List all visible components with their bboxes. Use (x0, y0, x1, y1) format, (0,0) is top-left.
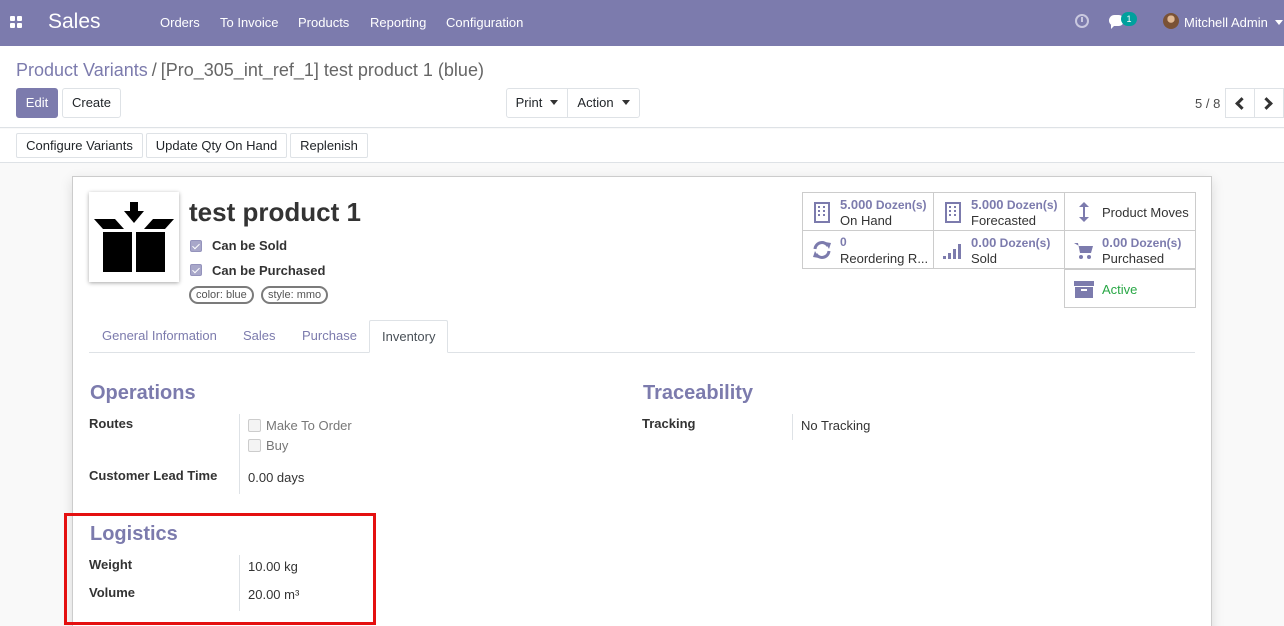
user-avatar[interactable] (1163, 13, 1179, 29)
field-separator (792, 414, 793, 440)
update-qty-on-hand-button[interactable]: Update Qty On Hand (146, 133, 287, 158)
refresh-icon (813, 241, 831, 259)
logistics-highlight-box (64, 513, 376, 625)
purchased-button[interactable]: 0.00 Dozen(s) Purchased (1064, 230, 1196, 269)
reordering-rules-button[interactable]: 0 Reordering R... (802, 230, 934, 269)
menu-configuration[interactable]: Configuration (446, 15, 523, 30)
apps-menu-icon[interactable] (10, 16, 23, 29)
create-button[interactable]: Create (62, 88, 121, 118)
active-toggle-button[interactable]: Active (1064, 269, 1196, 308)
on-hand-qty: 5.000 Dozen(s) (840, 197, 927, 212)
purchased-label: Purchased (1102, 251, 1165, 266)
forecasted-qty: 5.000 Dozen(s) (971, 197, 1058, 212)
breadcrumb-current: [Pro_305_int_ref_1] test product 1 (blue… (160, 60, 484, 80)
tracking-label: Tracking (642, 416, 696, 431)
configure-variants-button[interactable]: Configure Variants (16, 133, 143, 158)
edit-button[interactable]: Edit (16, 88, 58, 118)
sold-button[interactable]: 0.00 Dozen(s) Sold (933, 230, 1065, 269)
attribute-tag: style: mmo (261, 286, 329, 304)
tab-sales[interactable]: Sales (243, 320, 276, 353)
can-be-sold-checkbox[interactable] (190, 240, 202, 252)
breadcrumb-separator: / (151, 60, 157, 80)
sold-label: Sold (971, 251, 998, 266)
signal-bars-icon (943, 244, 961, 259)
app-brand[interactable]: Sales (48, 10, 101, 34)
route-buy-checkbox[interactable] (248, 439, 261, 452)
top-navbar: Sales Orders To Invoice Products Reporti… (0, 0, 1284, 46)
form-statusbar: Configure Variants Update Qty On Hand Re… (0, 129, 1284, 163)
can-be-purchased-label: Can be Purchased (212, 263, 326, 278)
archive-icon (1074, 281, 1094, 298)
on-hand-label: On Hand (840, 213, 893, 228)
attribute-tag: color: blue (189, 286, 254, 304)
building-icon (814, 202, 830, 223)
vertical-arrows-icon (1079, 202, 1089, 222)
can-be-sold-label: Can be Sold (212, 238, 288, 253)
print-caret-icon (550, 100, 559, 106)
messages-count-badge: 1 (1121, 12, 1137, 26)
customer-lead-time-value: 0.00 days (248, 470, 305, 485)
forecasted-button[interactable]: 5.000 Dozen(s) Forecasted (933, 192, 1065, 231)
field-separator (239, 414, 240, 494)
activities-clock-icon[interactable] (1075, 14, 1089, 28)
customer-lead-time-label: Customer Lead Time (89, 468, 218, 483)
menu-to-invoice[interactable]: To Invoice (220, 15, 279, 30)
product-moves-button[interactable]: Product Moves (1064, 192, 1196, 231)
routes-label: Routes (89, 416, 134, 431)
route-make-to-order-label: Make To Order (266, 418, 352, 433)
action-caret-icon (621, 100, 630, 106)
chevron-right-icon (1260, 97, 1273, 110)
operations-section-title: Operations (90, 382, 196, 404)
print-label: Print (515, 95, 543, 110)
smart-buttons: 5.000 Dozen(s) On Hand 5.000 Dozen(s) Fo… (802, 192, 1196, 310)
tracking-value: No Tracking (801, 418, 871, 433)
breadcrumb: Product Variants / [Pro_305_int_ref_1] tes… (16, 60, 484, 81)
product-moves-label: Product Moves (1102, 205, 1189, 220)
user-menu[interactable]: Mitchell Admin (1184, 15, 1268, 30)
forecasted-label: Forecasted (971, 213, 1037, 228)
print-dropdown[interactable]: Print (506, 88, 568, 118)
building-icon (945, 202, 961, 223)
shopping-cart-icon (1074, 243, 1093, 259)
breadcrumb-parent-link[interactable]: Product Variants (16, 60, 148, 80)
purchased-qty: 0.00 Dozen(s) (1102, 235, 1182, 250)
chevron-left-icon (1235, 97, 1248, 110)
open-box-icon (94, 202, 174, 272)
on-hand-button[interactable]: 5.000 Dozen(s) On Hand (802, 192, 934, 231)
menu-orders[interactable]: Orders (160, 15, 200, 30)
product-name[interactable]: test product 1 (189, 197, 361, 228)
route-buy-label: Buy (266, 438, 289, 453)
replenish-button[interactable]: Replenish (290, 133, 368, 158)
tab-purchase[interactable]: Purchase (302, 320, 357, 353)
menu-products[interactable]: Products (298, 15, 349, 30)
user-menu-caret-icon[interactable] (1275, 20, 1283, 25)
active-label: Active (1102, 282, 1138, 297)
control-panel: Product Variants / [Pro_305_int_ref_1] tes… (0, 46, 1284, 128)
tab-inventory[interactable]: Inventory (369, 320, 449, 353)
sold-qty: 0.00 Dozen(s) (971, 235, 1051, 250)
pager-next-button[interactable] (1254, 88, 1284, 118)
product-image[interactable] (89, 192, 179, 282)
reordering-label: Reordering R... (840, 251, 929, 266)
notebook-tabs: General Information Sales Purchase Inven… (89, 320, 1195, 353)
pager-previous-button[interactable] (1225, 88, 1255, 118)
action-dropdown[interactable]: Action (567, 88, 640, 118)
reordering-count: 0 (840, 235, 847, 249)
tab-general-information[interactable]: General Information (102, 320, 217, 353)
route-make-to-order-checkbox[interactable] (248, 419, 261, 432)
action-label: Action (577, 95, 614, 110)
traceability-section-title: Traceability (643, 382, 754, 404)
menu-reporting[interactable]: Reporting (370, 15, 426, 30)
can-be-purchased-checkbox[interactable] (190, 264, 202, 276)
pager-value[interactable]: 5 / 8 (1195, 96, 1220, 111)
